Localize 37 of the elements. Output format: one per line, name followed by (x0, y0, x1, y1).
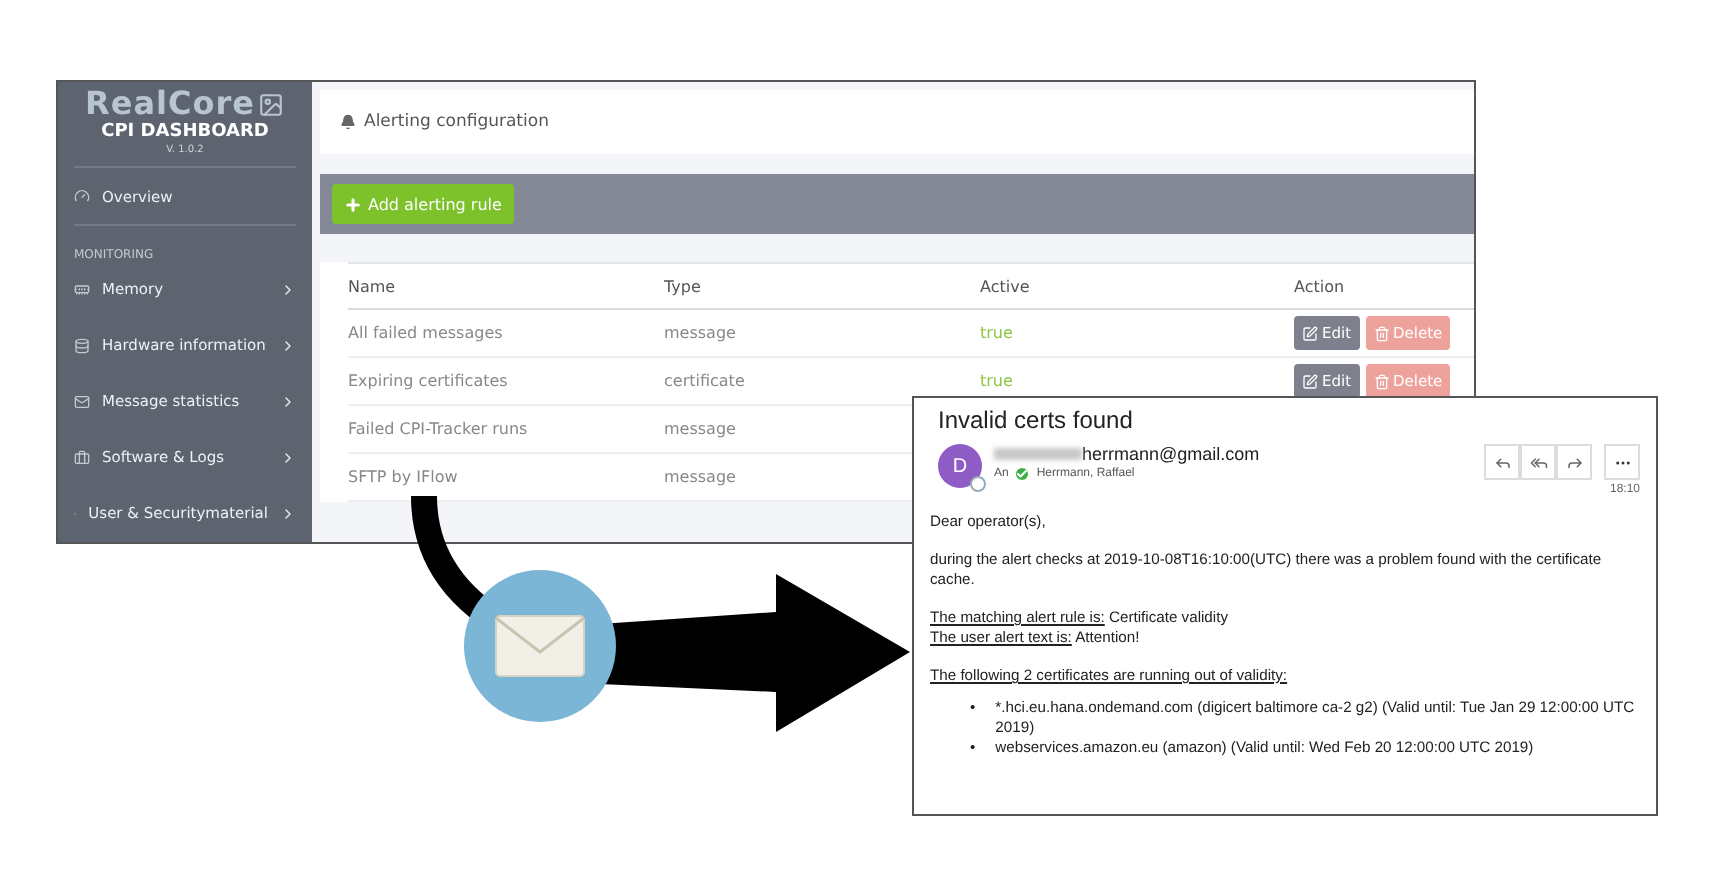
reply-icon (1493, 453, 1511, 471)
forward-button[interactable] (1556, 444, 1592, 480)
sender-address: herrmann@gmail.com (1082, 444, 1260, 464)
check-icon (1016, 468, 1029, 480)
chevron-icon (280, 281, 296, 298)
table-cell: Expiring certificates (348, 358, 664, 406)
chevron-icon (280, 449, 296, 466)
logo-text: RealCore (85, 86, 255, 122)
logo-icon (258, 91, 285, 117)
panel-title: Alerting configuration (364, 112, 549, 132)
trash-icon (1373, 325, 1390, 341)
table-cell: Failed CPI-Tracker runs (348, 406, 664, 454)
avatar: D (938, 444, 982, 488)
redaction-bar (994, 448, 1082, 460)
chevron-icon (280, 337, 296, 354)
presence-icon (970, 476, 986, 492)
chevron-icon (280, 505, 296, 522)
column-header: Type (664, 262, 980, 310)
bell-icon (340, 114, 356, 130)
column-header: Name (348, 262, 664, 310)
reply-all-button[interactable] (1520, 444, 1556, 480)
trash-icon (1373, 373, 1390, 389)
column-header: Action (1294, 262, 1474, 310)
more-button[interactable] (1604, 444, 1640, 480)
pencil-square-icon (1302, 373, 1318, 389)
column-header: Active (980, 262, 1294, 310)
reply-all-icon (1529, 453, 1547, 471)
forward-icon (1565, 453, 1583, 471)
table-cell: SFTP by IFlow (348, 454, 664, 502)
table-cell: All failed messages (348, 310, 664, 358)
app-title: CPI DASHBOARD (101, 122, 269, 144)
chevron-icon (280, 393, 296, 410)
table-cell: true (980, 310, 1294, 358)
plus-icon (344, 195, 362, 213)
table-cell: message (664, 310, 980, 358)
pencil-square-icon (1302, 325, 1318, 341)
reply-button[interactable] (1484, 444, 1520, 480)
